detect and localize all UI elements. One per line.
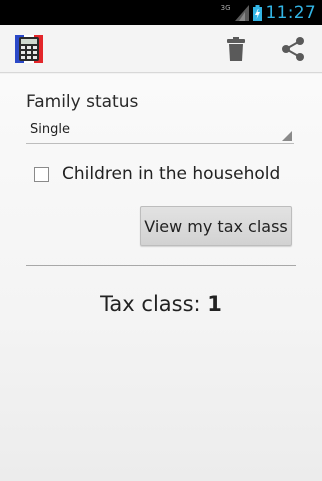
main-content: Family status Single Children in the hou… <box>0 74 322 481</box>
calculator-icon <box>15 35 43 63</box>
clock: 11:27 <box>265 2 316 23</box>
share-button[interactable] <box>278 34 308 64</box>
app-icon[interactable] <box>14 34 44 64</box>
family-status-spinner[interactable]: Single <box>26 118 294 144</box>
children-checkbox[interactable] <box>34 166 49 182</box>
trash-icon <box>227 37 245 61</box>
tax-class-label: Tax class: <box>100 292 208 316</box>
status-icons: 3G 11:27 <box>221 0 316 25</box>
family-status-value: Single <box>30 122 70 137</box>
share-icon <box>282 37 304 61</box>
children-label: Children in the household <box>62 164 281 184</box>
children-checkbox-row[interactable]: Children in the household <box>34 164 280 184</box>
delete-button[interactable] <box>221 34 251 64</box>
dropdown-arrow-icon <box>282 131 292 141</box>
tax-class-result: Tax class: 1 <box>0 292 322 316</box>
status-bar: 3G 11:27 <box>0 0 322 25</box>
signal-icon <box>234 4 249 21</box>
family-status-label: Family status <box>26 92 139 112</box>
network-type: 3G <box>220 3 231 12</box>
divider <box>26 265 296 266</box>
action-bar <box>0 25 322 73</box>
view-tax-class-button[interactable]: View my tax class <box>140 206 292 246</box>
tax-class-value: 1 <box>207 292 222 316</box>
battery-charging-icon <box>252 4 262 21</box>
